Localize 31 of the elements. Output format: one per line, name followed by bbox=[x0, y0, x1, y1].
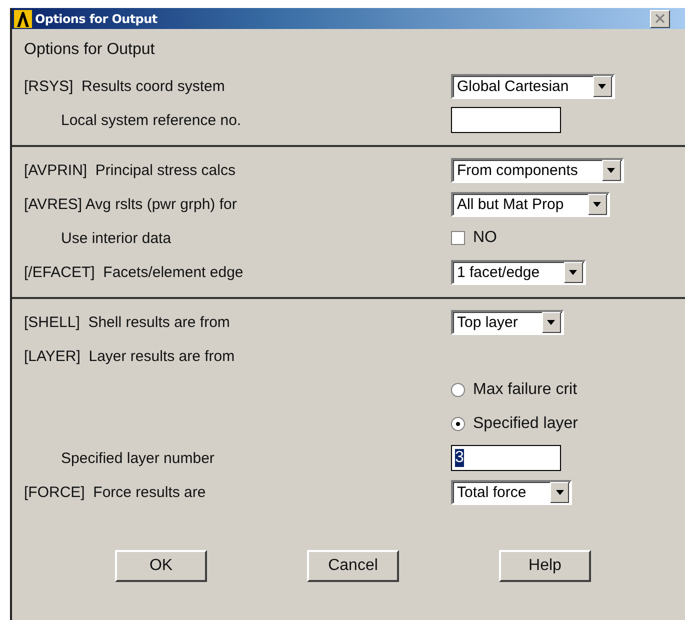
window-title: Options for Output bbox=[35, 12, 158, 26]
option-label: [SHELL] Shell results are from bbox=[23, 314, 231, 330]
checkbox-label: NO bbox=[473, 229, 497, 247]
close-button[interactable] bbox=[650, 10, 670, 28]
option-label: [AVPRIN] Principal stress calcs bbox=[23, 162, 236, 178]
dialog-button[interactable]: OK bbox=[115, 550, 207, 582]
dropdown[interactable]: Top layer bbox=[451, 310, 564, 334]
option-label: Specified layer number bbox=[60, 450, 216, 466]
dropdown[interactable]: From components bbox=[451, 158, 624, 182]
dropdown[interactable]: 1 facet/edge bbox=[451, 260, 586, 284]
input-field[interactable] bbox=[451, 107, 561, 133]
radio-label: Specified layer bbox=[473, 415, 578, 433]
dialog-heading: Options for Output bbox=[24, 40, 156, 60]
option-label: [AVRES] Avg rslts (pwr grph) for bbox=[23, 196, 238, 212]
dropdown[interactable]: All but Mat Prop bbox=[451, 192, 610, 216]
dropdown[interactable]: Total force bbox=[451, 480, 572, 504]
input-field[interactable]: 3 bbox=[451, 445, 561, 471]
option-label: [/EFACET] Facets/element edge bbox=[23, 264, 244, 280]
option-label: Local system reference no. bbox=[60, 112, 242, 128]
dialog-button[interactable]: Cancel bbox=[307, 550, 399, 582]
option-label: [RSYS] Results coord system bbox=[23, 78, 226, 94]
dropdown[interactable]: Global Cartesian bbox=[451, 74, 615, 98]
logo-icon bbox=[14, 10, 32, 28]
dialog-button[interactable]: Help bbox=[499, 550, 591, 582]
checkbox[interactable] bbox=[451, 231, 465, 245]
radio-button[interactable] bbox=[451, 383, 465, 397]
radio-button[interactable] bbox=[451, 417, 465, 431]
radio-label: Max failure crit bbox=[473, 381, 578, 399]
option-label: [LAYER] Layer results are from bbox=[23, 348, 236, 364]
option-label: [FORCE] Force results are bbox=[23, 484, 207, 500]
option-label: Use interior data bbox=[60, 230, 172, 246]
